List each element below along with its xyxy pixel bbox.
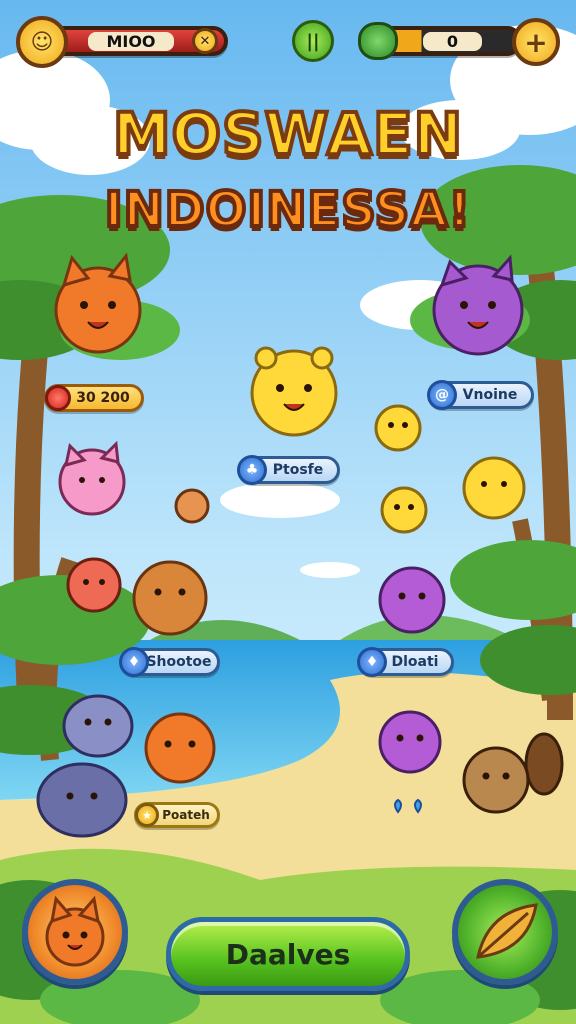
game-title-line1: MOSWAEN (111, 98, 464, 170)
red-cat-monster[interactable] (66, 557, 122, 613)
purple-creature-monster[interactable] (378, 566, 446, 634)
orange-score-badge[interactable]: 30 200 (44, 384, 144, 412)
yellow-chick-monster[interactable] (380, 486, 428, 534)
hud-left-counter-value: MIOO (88, 31, 174, 51)
center-monster-label[interactable]: ♣ Ptosfe (237, 455, 340, 485)
yellow-bear-monster[interactable] (250, 346, 338, 437)
sprout-icon: ♣ (237, 455, 267, 485)
purple-cat-monster[interactable] (432, 254, 524, 356)
face-icon[interactable]: ☺ (16, 16, 68, 68)
spiral-icon: @ (427, 380, 457, 410)
drop-icon: ♦ (357, 647, 387, 677)
plus-icon[interactable]: + (512, 18, 560, 66)
pink-cat-monster[interactable] (58, 440, 126, 516)
purple-cat-monster-2[interactable] (378, 710, 442, 774)
orange-fox-monster-2[interactable] (144, 712, 216, 784)
purple-monster-label[interactable]: @ Vnoine (427, 380, 534, 410)
small-yellow-monster[interactable] (374, 404, 422, 452)
main-action-button[interactable]: Daalves (166, 917, 410, 991)
yellow-cat-monster[interactable] (462, 456, 526, 520)
game-title-line2: INDOINESSA! (103, 180, 473, 240)
pause-icon[interactable]: || (292, 20, 334, 62)
orange-fox-icon[interactable] (22, 879, 128, 985)
fox-face-icon (45, 895, 105, 967)
red-heart-icon (45, 385, 71, 411)
hud-right-counter-value: 0 (422, 31, 482, 51)
tiny-orange-monster[interactable] (174, 488, 210, 524)
green-monster-icon (358, 22, 398, 60)
left-bottom-label[interactable]: ★ Poateh (134, 802, 220, 828)
orange-fox-monster[interactable] (54, 252, 142, 354)
blue-seal-monster[interactable] (36, 762, 128, 838)
leaf-icon[interactable] (452, 879, 558, 985)
drop-icon: ♦ (119, 647, 149, 677)
x-icon[interactable]: ✕ (192, 28, 218, 54)
leaf-shape-icon (476, 903, 538, 959)
coin-icon: ★ (135, 803, 159, 827)
right-middle-label[interactable]: ♦ Dloati (357, 647, 454, 677)
brown-bear-monster[interactable] (132, 560, 208, 636)
left-middle-label[interactable]: ♦ Shootoe (119, 647, 220, 677)
grey-seal-monster[interactable] (62, 694, 134, 758)
